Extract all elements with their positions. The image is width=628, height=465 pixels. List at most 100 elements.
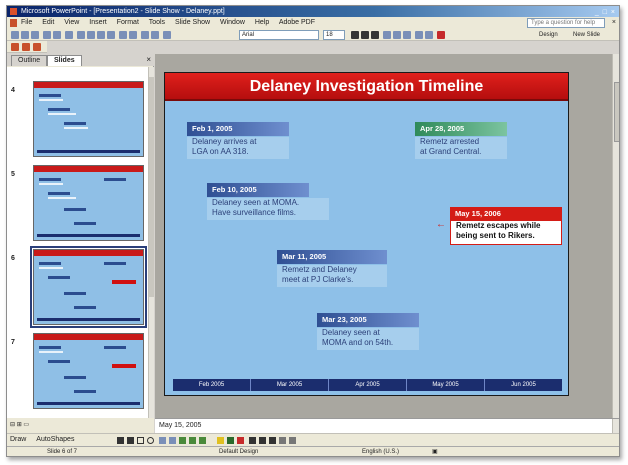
close-pane-icon[interactable]: × <box>146 55 151 64</box>
draw-menu[interactable]: Draw <box>10 436 26 443</box>
help-search-input[interactable]: Type a question for help <box>527 18 605 28</box>
notes-scrollbar[interactable] <box>612 419 619 434</box>
open-icon[interactable] <box>21 31 29 39</box>
standard-toolbar: Arial 18 Design New Slide <box>7 29 619 41</box>
new-icon[interactable] <box>11 31 19 39</box>
close-document-icon[interactable]: × <box>612 17 616 29</box>
line-style-icon[interactable] <box>249 437 256 444</box>
menu-slide-show[interactable]: Slide Show <box>175 19 210 26</box>
bold-icon[interactable] <box>351 31 359 39</box>
tab-outline[interactable]: Outline <box>11 55 48 66</box>
design-button[interactable]: Design <box>539 29 558 41</box>
menu-format[interactable]: Format <box>117 19 139 26</box>
cut-icon[interactable] <box>77 31 85 39</box>
pane-scrollbar[interactable] <box>148 67 154 418</box>
timeline-month: Feb 2005 <box>173 379 251 391</box>
menu-tools[interactable]: Tools <box>149 19 165 26</box>
event-date[interactable]: Feb 10, 2005 <box>207 183 309 197</box>
shadow-icon[interactable] <box>279 437 286 444</box>
picture-icon[interactable] <box>199 437 206 444</box>
clipart-icon[interactable] <box>189 437 196 444</box>
fill-color-icon[interactable] <box>217 437 224 444</box>
event-description[interactable]: Remetz and Delaney meet at PJ Clarke's. <box>277 265 387 287</box>
menu-window[interactable]: Window <box>220 19 245 26</box>
vertical-scrollbar[interactable] <box>612 54 619 418</box>
dash-style-icon[interactable] <box>259 437 266 444</box>
event-date[interactable]: Mar 11, 2005 <box>277 250 387 264</box>
diagram-icon[interactable] <box>179 437 186 444</box>
table-icon[interactable] <box>151 31 159 39</box>
autoshapes-menu[interactable]: AutoShapes <box>36 436 74 443</box>
event-description[interactable]: Remetz escapes while being sent to Riker… <box>450 221 562 245</box>
font-color-draw-icon[interactable] <box>237 437 244 444</box>
menu-adobe-pdf[interactable]: Adobe PDF <box>279 19 315 26</box>
event-date[interactable]: May 15, 2006 <box>450 207 562 221</box>
bullets-icon[interactable] <box>425 31 433 39</box>
align-left-icon[interactable] <box>383 31 391 39</box>
language-status: English (U.S.) <box>362 449 400 455</box>
event-line: Delaney arrives at <box>192 137 257 146</box>
numbering-icon[interactable] <box>415 31 423 39</box>
underline-icon[interactable] <box>371 31 379 39</box>
save-icon[interactable] <box>31 31 39 39</box>
event-description[interactable]: Delaney seen at MOMA and on 54th. <box>317 328 419 350</box>
align-center-icon[interactable] <box>393 31 401 39</box>
wordart-icon[interactable] <box>169 437 176 444</box>
italic-icon[interactable] <box>361 31 369 39</box>
redo-icon[interactable] <box>129 31 137 39</box>
menu-insert[interactable]: Insert <box>89 19 107 26</box>
menu-help[interactable]: Help <box>255 19 269 26</box>
format-painter-icon[interactable] <box>107 31 115 39</box>
event-line: Remetz and Delaney <box>282 265 357 274</box>
event-date[interactable]: Feb 1, 2005 <box>187 122 289 136</box>
event-date[interactable]: Apr 28, 2005 <box>415 122 507 136</box>
event-description[interactable]: Delaney arrives at LGA on AA 318. <box>187 137 289 159</box>
menu-edit[interactable]: Edit <box>42 19 54 26</box>
menu-view[interactable]: View <box>64 19 79 26</box>
event-date[interactable]: Mar 23, 2005 <box>317 313 419 327</box>
undo-icon[interactable] <box>119 31 127 39</box>
copy-icon[interactable] <box>87 31 95 39</box>
arrow-tool-icon[interactable] <box>127 437 134 444</box>
preview-icon[interactable] <box>53 31 61 39</box>
line-color-icon[interactable] <box>227 437 234 444</box>
oval-icon[interactable] <box>147 437 154 444</box>
current-slide[interactable]: Delaney Investigation Timeline Feb 1, 20… <box>164 72 569 396</box>
print-icon[interactable] <box>43 31 51 39</box>
view-buttons[interactable]: ⊟ ⊞ ▭ <box>7 418 154 433</box>
rectangle-icon[interactable] <box>137 437 144 444</box>
slide-title[interactable]: Delaney Investigation Timeline <box>165 73 568 101</box>
arrow-style-icon[interactable] <box>269 437 276 444</box>
align-right-icon[interactable] <box>403 31 411 39</box>
font-size-select[interactable]: 18 <box>323 30 345 40</box>
slide-thumbnail-4[interactable] <box>33 81 144 157</box>
tab-slides[interactable]: Slides <box>47 55 82 66</box>
notes-pane[interactable]: May 15, 2005 <box>155 418 619 434</box>
slide-thumbnail-6[interactable] <box>30 246 147 328</box>
thumb-number-5: 5 <box>11 171 15 178</box>
new-slide-button[interactable]: New Slide <box>573 29 600 41</box>
font-color-icon[interactable] <box>437 31 445 39</box>
paste-icon[interactable] <box>97 31 105 39</box>
zoom-icon[interactable] <box>163 31 171 39</box>
event-description[interactable]: Delaney seen at MOMA. Have surveillance … <box>207 198 329 220</box>
title-bar: Microsoft PowerPoint - [Presentation2 - … <box>7 6 619 17</box>
slide-thumbnail-5[interactable] <box>33 165 144 241</box>
textbox-icon[interactable] <box>159 437 166 444</box>
spelling-icon[interactable] <box>65 31 73 39</box>
font-name-select[interactable]: Arial <box>239 30 319 40</box>
event-line: LGA on AA 318. <box>192 147 249 156</box>
document-icon <box>10 19 17 27</box>
3d-icon[interactable] <box>289 437 296 444</box>
timeline-bar[interactable]: Feb 2005 Mar 2005 Apr 2005 May 2005 Jun … <box>173 379 562 391</box>
slide-thumbnail-7[interactable] <box>33 333 144 409</box>
event-description[interactable]: Remetz arrested at Grand Central. <box>415 137 507 159</box>
toolbar-icon-3[interactable] <box>33 43 41 51</box>
toolbar-icon-2[interactable] <box>22 43 30 51</box>
secondary-toolbar <box>7 41 47 53</box>
line-icon[interactable] <box>117 437 124 444</box>
menu-file[interactable]: File <box>21 19 32 26</box>
toolbar-icon-1[interactable] <box>11 43 19 51</box>
event-line: Delaney seen at <box>322 328 380 337</box>
chart-icon[interactable] <box>141 31 149 39</box>
